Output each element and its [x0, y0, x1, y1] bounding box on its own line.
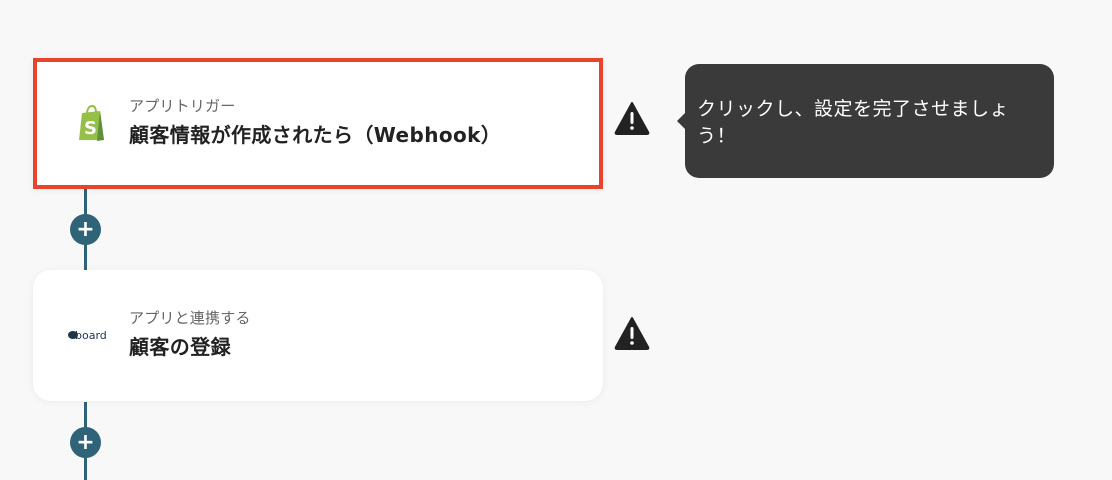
warning-icon[interactable]: [614, 101, 650, 135]
warning-icon[interactable]: [614, 316, 650, 350]
tooltip-text: クリックし、設定を完了させましょう！: [697, 98, 1010, 147]
board-logo-text: board: [75, 329, 107, 342]
trigger-step-card[interactable]: S アプリトリガー 顧客情報が作成されたら（Webhook）: [33, 58, 603, 189]
step-title: 顧客情報が作成されたら（Webhook）: [129, 123, 502, 147]
add-step-button[interactable]: +: [70, 214, 101, 245]
add-step-button[interactable]: +: [70, 427, 101, 458]
step-title: 顧客の登録: [129, 335, 231, 359]
action-step-card[interactable]: board アプリと連携する 顧客の登録: [33, 270, 603, 401]
step-type-label: アプリトリガー: [129, 97, 236, 115]
shopify-icon: S: [65, 96, 119, 150]
tooltip: クリックし、設定を完了させましょう！: [685, 64, 1054, 178]
step-type-label: アプリと連携する: [129, 309, 251, 327]
svg-text:S: S: [84, 118, 97, 139]
board-logo-icon: board: [64, 308, 118, 362]
